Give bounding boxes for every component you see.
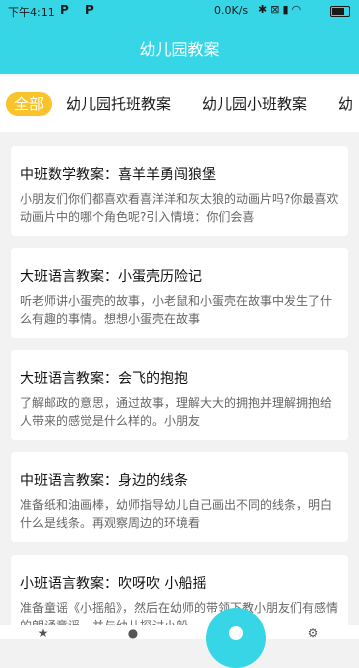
star-icon[interactable]: ★ xyxy=(36,627,50,639)
article-title: 小班语言教案：吹呀吹 小船摇 xyxy=(20,576,207,592)
bottom-nav: ★ ● ⚙ xyxy=(0,625,359,639)
article-card[interactable]: 中班语言教案：身边的线条 准备纸和油画棒，幼师指导幼儿自己画出不同的线条，明白什… xyxy=(11,452,348,542)
app-header: 幼儿园教案 xyxy=(0,22,359,74)
article-summary: 了解邮政的意思，通过故事，理解大大的拥抱并理解拥抱给人带来的感觉是什么样的。小朋… xyxy=(20,396,333,428)
settings-icon[interactable]: ⚙ xyxy=(306,627,320,639)
palette-icon[interactable]: ● xyxy=(126,627,140,639)
system-icons: ✱⊠▮◠ xyxy=(258,3,304,16)
tab-toddler-class[interactable]: 幼儿园托班教案 xyxy=(66,92,171,116)
signal-bars-icon: ▮ xyxy=(282,3,292,16)
category-tabs: 全部 幼儿园托班教案 幼儿园小班教案 幼 xyxy=(0,76,359,132)
article-summary: 听老师讲小蛋壳的故事，小老鼠和小蛋壳在故事中发生了什么有趣的事情。想想小蛋壳在故… xyxy=(20,294,333,326)
article-title: 大班语言教案：小蛋壳历险记 xyxy=(20,269,202,285)
article-card[interactable]: 大班语言教案：会飞的抱抱 了解邮政的意思，通过故事，理解大大的拥抱并理解拥抱给人… xyxy=(11,350,348,440)
center-home-button[interactable] xyxy=(206,608,266,668)
wifi-icon: ◠ xyxy=(291,3,305,16)
battery-icon xyxy=(330,6,350,17)
article-summary: 准备纸和油画棒，幼师指导幼儿自己画出不同的线条，明白什么是线条。再观察周边的环境… xyxy=(20,498,333,530)
status-bar: 下午4:11 P P 0.0K/s ✱⊠▮◠ xyxy=(0,0,359,22)
status-time: 下午4:11 xyxy=(8,6,55,19)
tab-all[interactable]: 全部 xyxy=(6,92,53,116)
article-summary: 小朋友们你们都喜欢看喜洋洋和灰太狼的动画片吗?你最喜欢动画片中的哪个角色呢?引入… xyxy=(20,192,339,224)
tab-next[interactable]: 幼 xyxy=(338,92,353,116)
signal-x-icon: ⊠ xyxy=(270,3,283,16)
center-home-icon xyxy=(229,626,243,640)
article-card[interactable]: 大班语言教案：小蛋壳历险记 听老师讲小蛋壳的故事，小老鼠和小蛋壳在故事中发生了什… xyxy=(11,248,348,338)
page-title: 幼儿园教案 xyxy=(139,40,220,59)
article-title: 大班语言教案：会飞的抱抱 xyxy=(20,371,188,387)
article-title: 中班语言教案：身边的线条 xyxy=(20,473,188,489)
network-speed: 0.0K/s xyxy=(214,4,249,17)
tab-junior-class[interactable]: 幼儿园小班教案 xyxy=(202,92,307,116)
bluetooth-icon: ✱ xyxy=(258,3,271,16)
notification-icons: P P xyxy=(60,3,100,17)
article-title: 中班数学教案：喜羊羊勇闯狼堡 xyxy=(20,167,216,183)
article-card[interactable]: 中班数学教案：喜羊羊勇闯狼堡 小朋友们你们都喜欢看喜洋洋和灰太狼的动画片吗?你最… xyxy=(11,146,348,236)
